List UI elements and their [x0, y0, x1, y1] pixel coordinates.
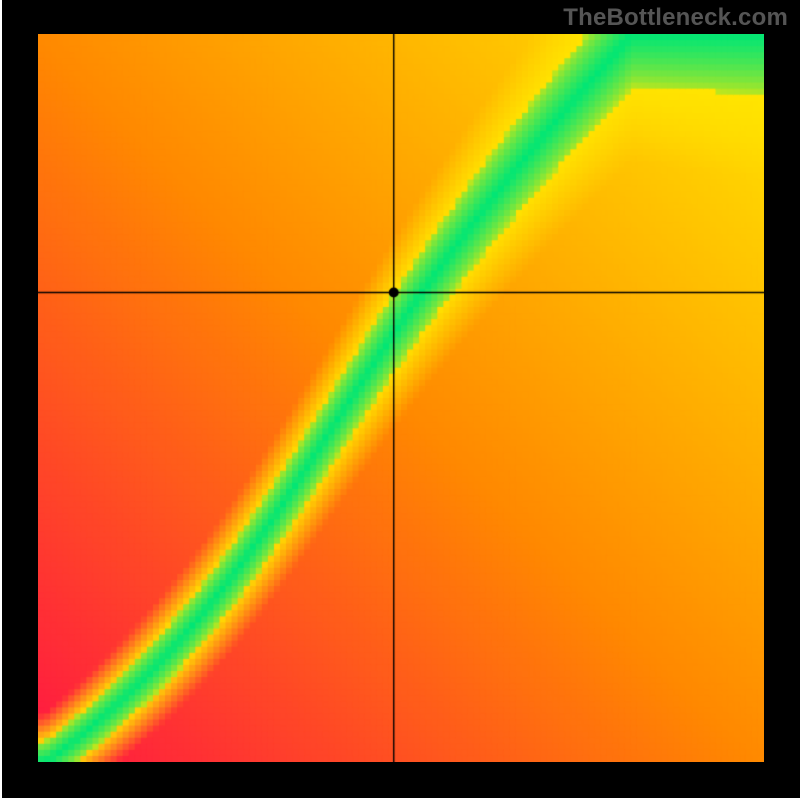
frame-right [764, 0, 800, 798]
chart-container: TheBottleneck.com [0, 0, 800, 800]
watermark-text: TheBottleneck.com [563, 4, 788, 32]
frame-left [2, 0, 38, 798]
frame-bottom [2, 762, 800, 798]
bottleneck-heatmap [0, 0, 800, 800]
